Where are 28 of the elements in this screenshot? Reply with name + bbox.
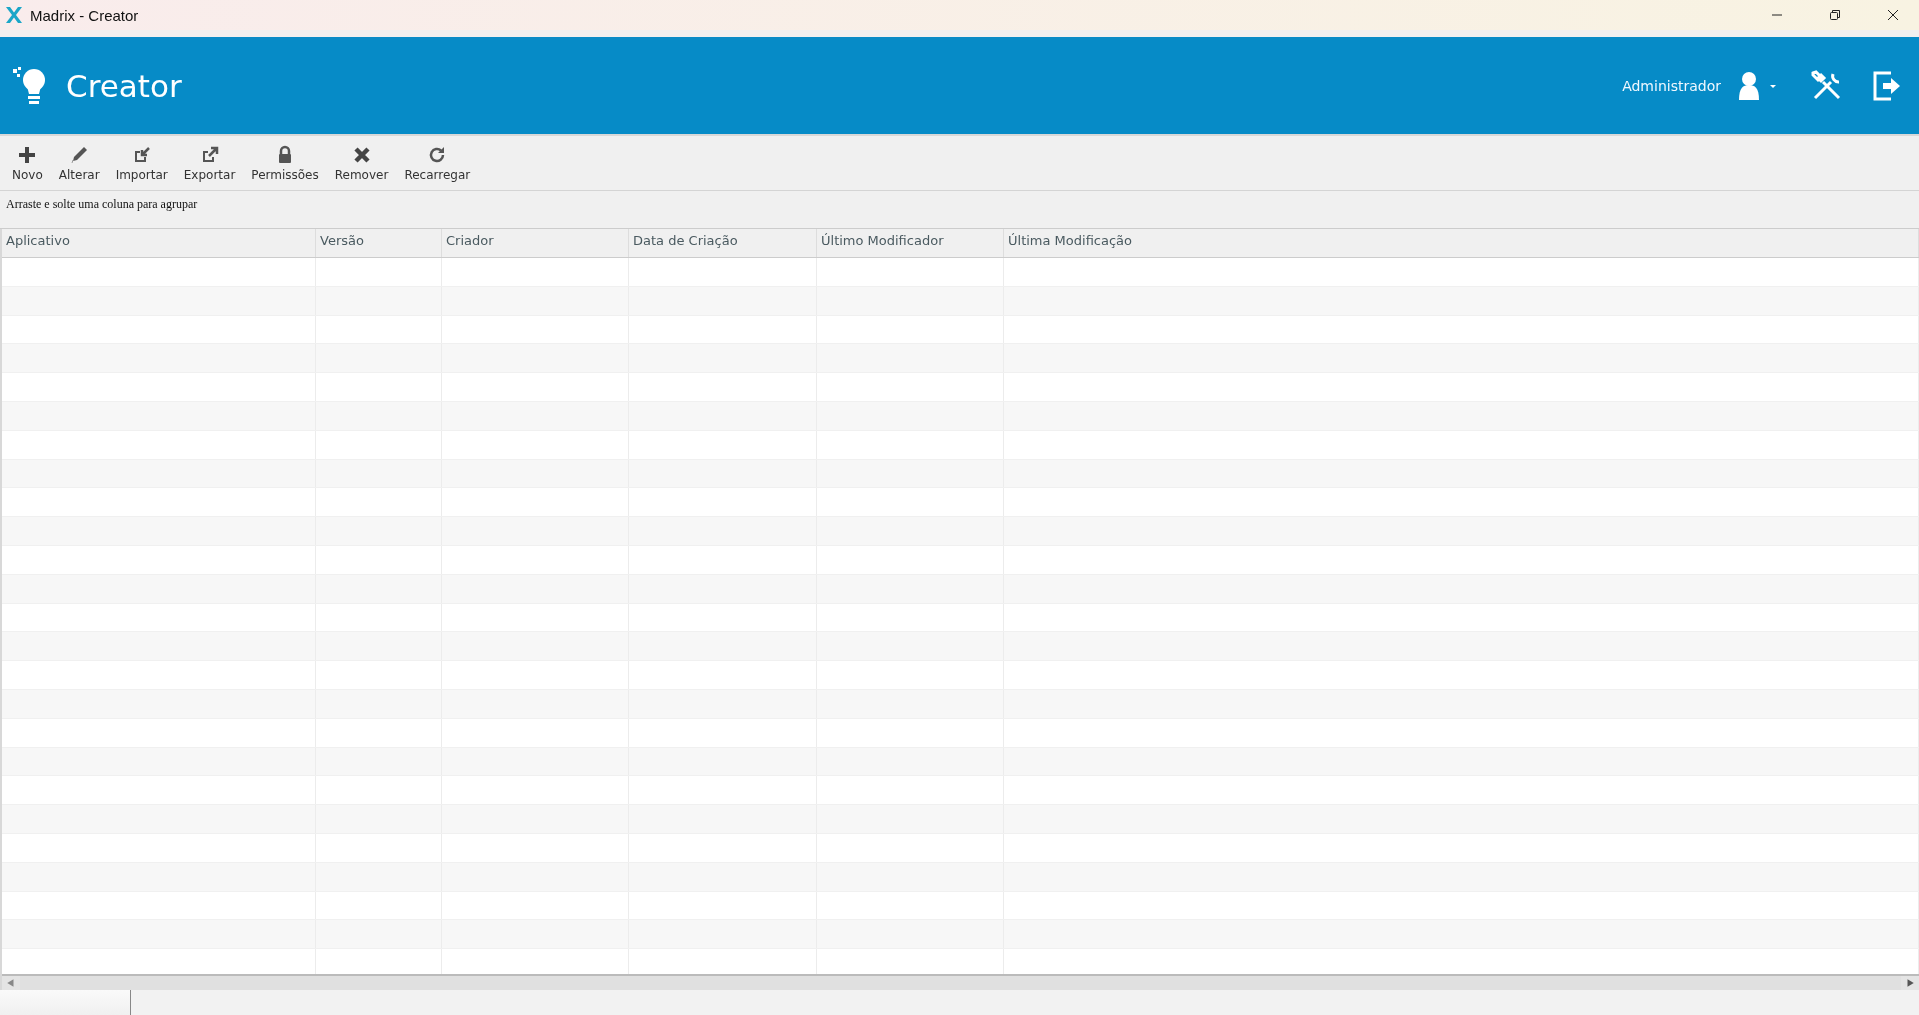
scroll-left-icon[interactable]	[6, 978, 16, 988]
app-logo-icon	[4, 5, 24, 25]
window-title: Madrix - Creator	[30, 6, 139, 24]
toolbar-button[interactable]: Novo	[8, 142, 47, 184]
scroll-right-icon[interactable]	[1905, 978, 1915, 988]
column-header[interactable]: Criador	[442, 229, 629, 257]
toolbar-button[interactable]: Importar	[111, 142, 172, 184]
column-header[interactable]: Último Modificador	[817, 229, 1004, 257]
pencil-icon	[69, 144, 90, 165]
restore-icon[interactable]	[1829, 9, 1841, 21]
toolbar-button[interactable]: Alterar	[54, 142, 104, 184]
app-title: Creator	[66, 67, 182, 104]
column-header[interactable]: Versão	[316, 229, 442, 257]
toolbar-button[interactable]: Recarregar	[400, 142, 475, 184]
group-hint: Arraste e solte uma coluna para agrupar	[6, 197, 198, 211]
toolbar-button[interactable]: Remover	[330, 142, 393, 184]
column-header[interactable]: Última Modificação	[1004, 229, 1919, 257]
plus-icon	[17, 144, 38, 165]
toolbar-button[interactable]: Permissões	[247, 142, 323, 184]
x-mark-icon	[351, 144, 372, 165]
column-header[interactable]: Data de Criação	[629, 229, 817, 257]
user-name: Administrador	[1622, 77, 1721, 94]
user-menu-icon[interactable]	[1737, 70, 1779, 101]
toolbar-button[interactable]: Exportar	[179, 142, 240, 184]
tools-icon[interactable]	[1811, 69, 1843, 102]
horizontal-scrollbar[interactable]	[2, 974, 1919, 990]
column-header[interactable]: Aplicativo	[2, 229, 316, 257]
close-icon[interactable]	[1887, 9, 1899, 21]
